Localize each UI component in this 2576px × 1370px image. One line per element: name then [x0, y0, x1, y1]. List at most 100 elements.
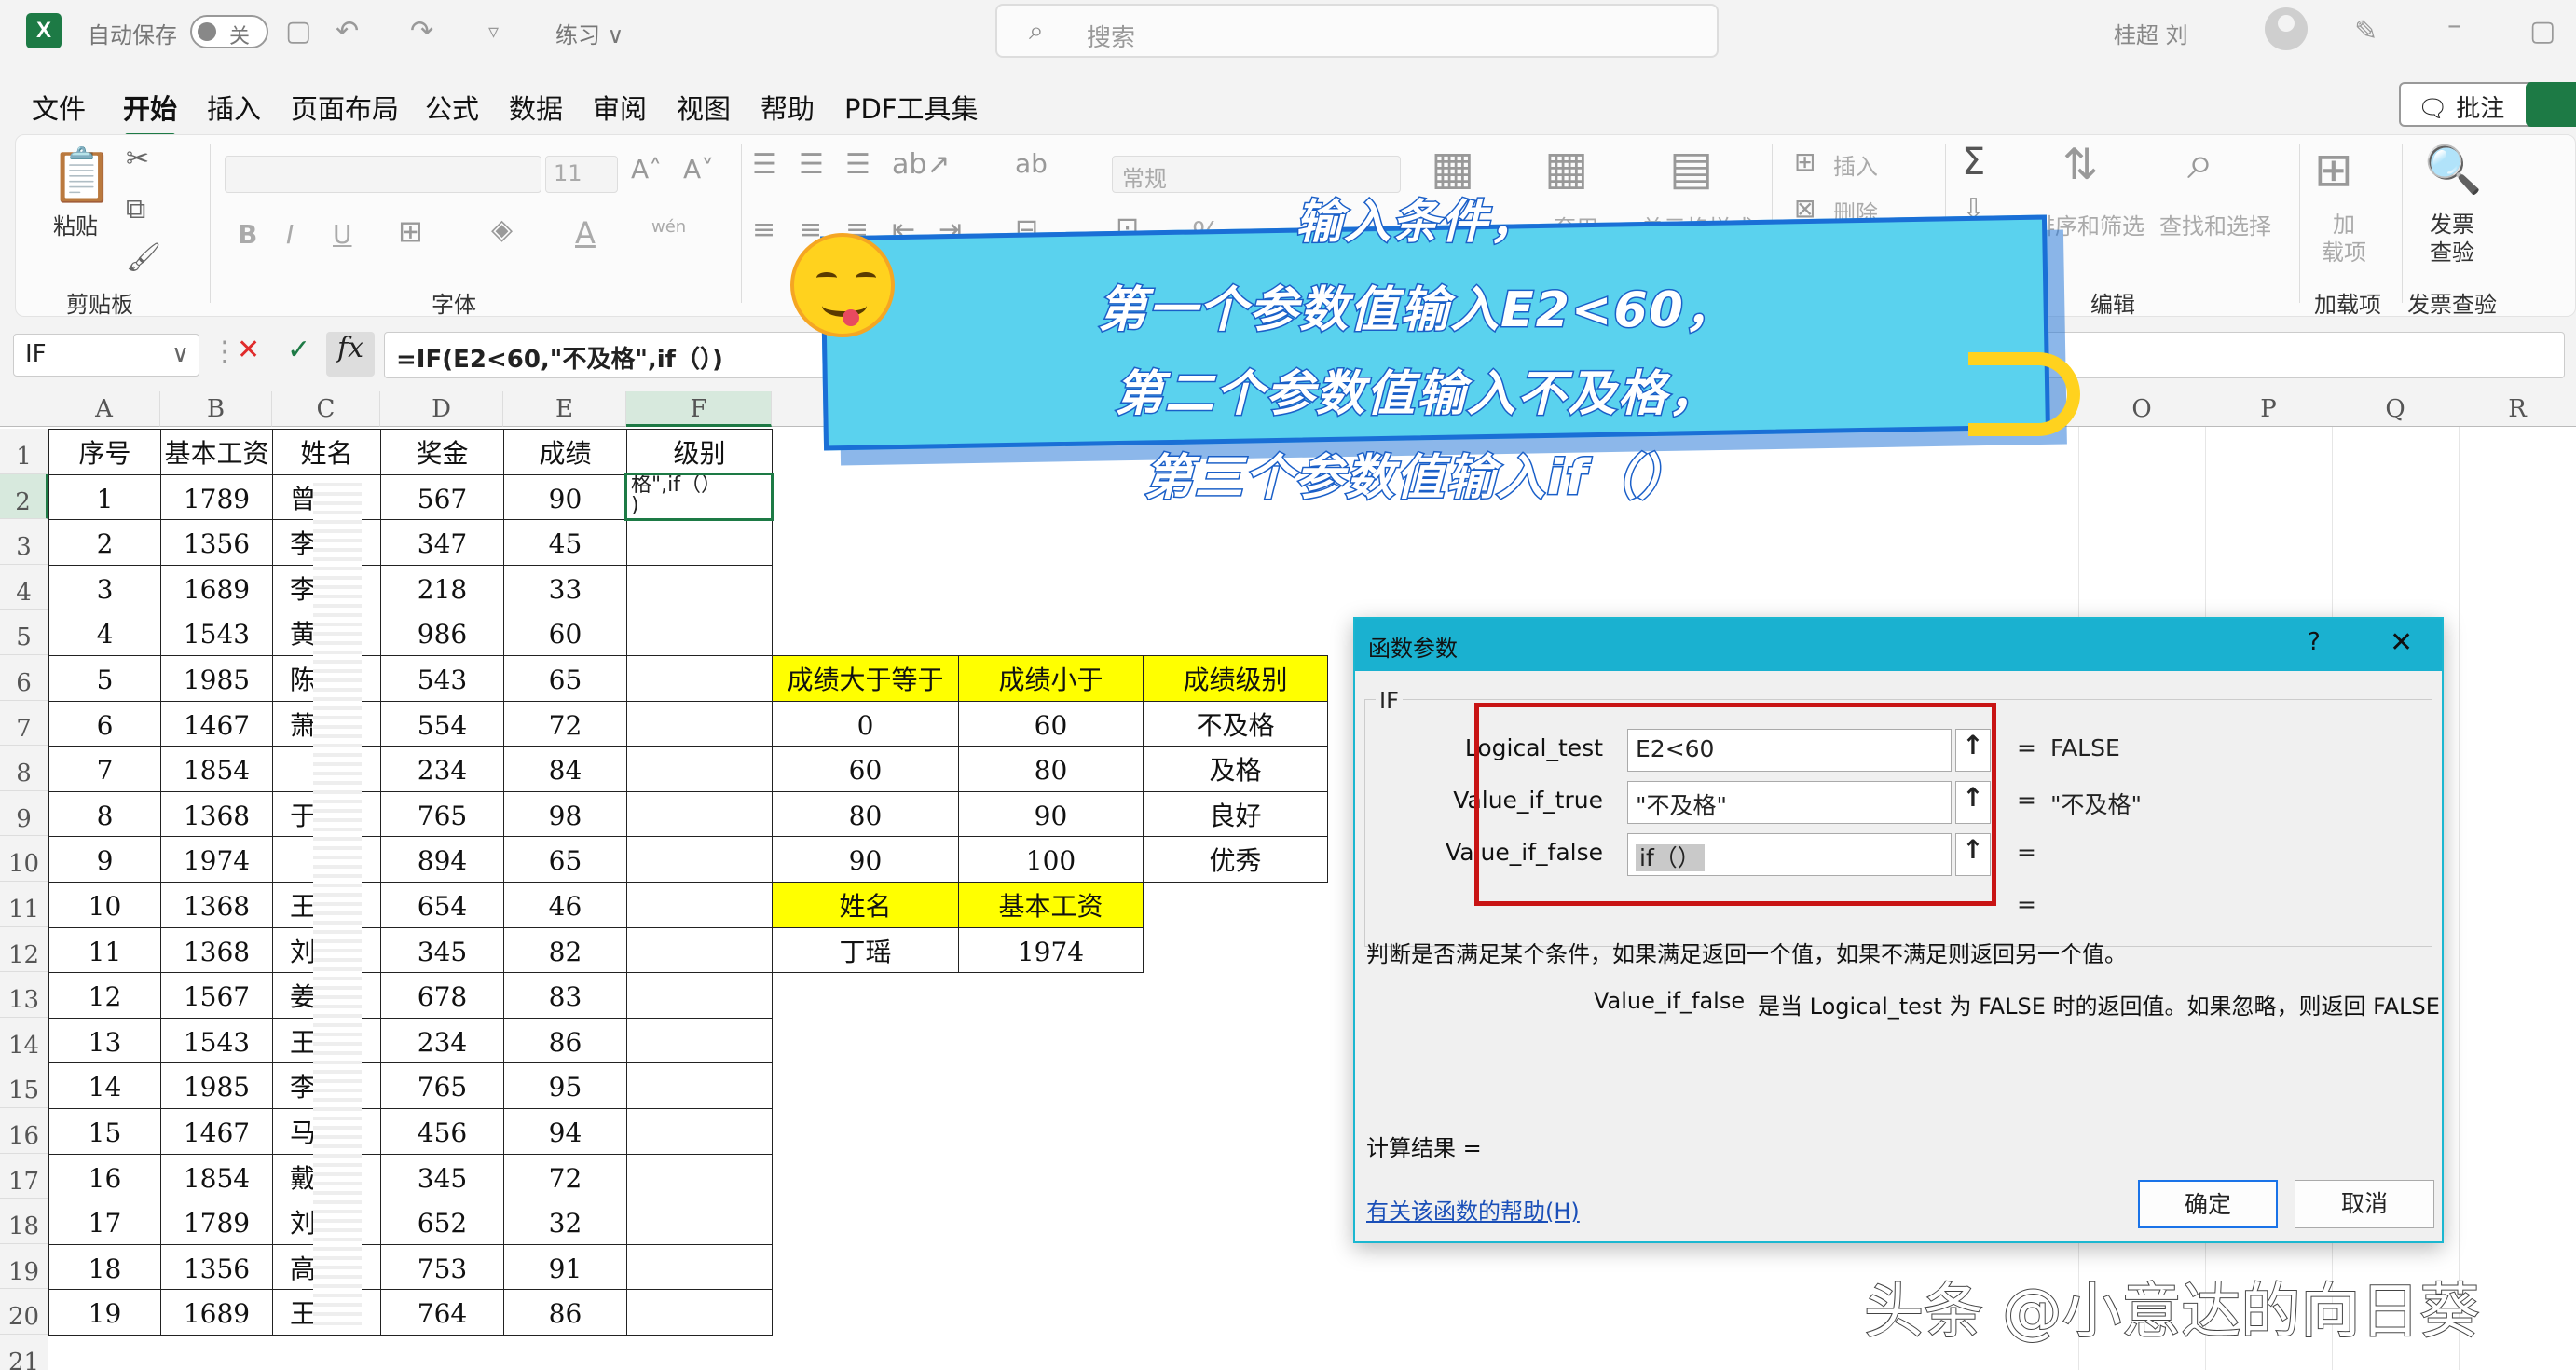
table-cell[interactable]: 1789	[160, 473, 273, 521]
grade-table-cell[interactable]: 90	[772, 836, 959, 883]
table-cell[interactable]: 1467	[160, 700, 273, 747]
table-cell[interactable]: 1543	[160, 1017, 273, 1064]
select-all-corner[interactable]	[0, 391, 48, 427]
lookup-table-cell[interactable]: 1974	[958, 926, 1144, 974]
font-size-select[interactable]: 11	[545, 156, 618, 193]
grade-table-cell[interactable]: 良好	[1143, 790, 1328, 838]
align-middle-icon[interactable]: ☰	[799, 148, 824, 181]
table-cell[interactable]: 86	[503, 1289, 627, 1336]
table-cell[interactable]: 1854	[160, 1153, 273, 1200]
insert-function-icon[interactable]: fx	[326, 332, 375, 377]
ok-button[interactable]: 确定	[2138, 1180, 2278, 1228]
copy-icon[interactable]: ⧉	[126, 193, 145, 226]
menu-insert[interactable]: 插入	[207, 88, 261, 127]
lookup-table-header[interactable]: 基本工资	[958, 882, 1144, 928]
grow-font-icon[interactable]: A˄	[631, 154, 662, 185]
grade-table-cell[interactable]: 60	[772, 746, 959, 792]
grade-table-cell[interactable]: 优秀	[1143, 836, 1328, 883]
table-cell[interactable]: 45	[503, 519, 627, 566]
grade-cell[interactable]	[626, 519, 773, 566]
table-cell[interactable]: 6	[48, 700, 161, 747]
row-header[interactable]: 3	[0, 519, 48, 565]
fill-color-icon[interactable]: ◈	[491, 213, 513, 246]
table-cell[interactable]: 94	[503, 1108, 627, 1155]
grade-table-cell[interactable]: 及格	[1143, 746, 1328, 792]
save-icon[interactable]: ▢	[285, 15, 311, 48]
grade-table-cell[interactable]: 90	[958, 790, 1144, 838]
grade-cell[interactable]	[626, 700, 773, 747]
menu-help[interactable]: 帮助	[760, 88, 815, 127]
menu-home[interactable]: 开始	[123, 88, 177, 138]
col-header-p[interactable]: P	[2205, 391, 2332, 427]
row-header[interactable]: 15	[0, 1062, 48, 1108]
table-cell[interactable]: 16	[48, 1153, 161, 1200]
table-cell[interactable]: 12	[48, 972, 161, 1019]
table-cell[interactable]: 1854	[160, 746, 273, 792]
menu-page-layout[interactable]: 页面布局	[291, 88, 399, 127]
col-header-d[interactable]: D	[380, 391, 503, 427]
table-cell[interactable]: 345	[380, 1153, 504, 1200]
table-cell[interactable]: 91	[503, 1243, 627, 1291]
table-cell[interactable]: 764	[380, 1289, 504, 1336]
row-header[interactable]: 8	[0, 746, 48, 791]
grade-cell[interactable]	[626, 655, 773, 702]
table-cell[interactable]: 3	[48, 564, 161, 611]
row-header[interactable]: 7	[0, 700, 48, 747]
grade-cell[interactable]	[626, 1199, 773, 1245]
row-header[interactable]: 16	[0, 1108, 48, 1154]
table-cell[interactable]: 1689	[160, 564, 273, 611]
grade-cell[interactable]	[626, 926, 773, 974]
grade-table-header[interactable]: 成绩大于等于	[772, 655, 959, 702]
grade-cell[interactable]	[626, 972, 773, 1019]
name-box[interactable]: IF ∨	[13, 334, 199, 377]
table-cell[interactable]: 86	[503, 1017, 627, 1064]
table-cell[interactable]: 1985	[160, 1062, 273, 1109]
table-header-cell[interactable]: 奖金	[380, 429, 504, 475]
function-help-link[interactable]: 有关该函数的帮助(H)	[1366, 1193, 1580, 1226]
font-name-select[interactable]	[225, 156, 541, 193]
table-cell[interactable]: 654	[380, 882, 504, 928]
cancel-icon[interactable]: ✕	[237, 334, 260, 366]
table-cell[interactable]: 11	[48, 926, 161, 974]
grade-table-header[interactable]: 成绩级别	[1143, 655, 1328, 702]
lookup-table-header[interactable]: 姓名	[772, 882, 959, 928]
grade-cell[interactable]	[626, 1108, 773, 1155]
close-icon[interactable]: ✕	[2390, 626, 2413, 659]
undo-icon[interactable]: ↶	[336, 15, 359, 48]
search-box[interactable]: ⌕ 搜索	[995, 4, 1719, 58]
table-cell[interactable]: 19	[48, 1289, 161, 1336]
table-cell[interactable]: 765	[380, 790, 504, 838]
table-cell[interactable]: 65	[503, 836, 627, 883]
table-header-cell[interactable]: 成绩	[503, 429, 627, 475]
shrink-font-icon[interactable]: A˅	[683, 154, 714, 185]
table-cell[interactable]: 567	[380, 473, 504, 521]
table-cell[interactable]: 1789	[160, 1199, 273, 1245]
menu-formulas[interactable]: 公式	[425, 88, 479, 127]
table-cell[interactable]: 13	[48, 1017, 161, 1064]
grade-table-cell[interactable]: 80	[772, 790, 959, 838]
align-top-icon[interactable]: ☰	[752, 148, 777, 181]
grade-cell[interactable]	[626, 836, 773, 883]
addins-icon[interactable]: ⊞	[2314, 143, 2353, 197]
row-header[interactable]: 5	[0, 610, 48, 655]
table-cell[interactable]: 83	[503, 972, 627, 1019]
enter-icon[interactable]: ✓	[287, 334, 310, 366]
find-select-icon[interactable]: ⌕	[2187, 135, 2213, 190]
row-header[interactable]: 14	[0, 1017, 48, 1063]
table-cell[interactable]: 1368	[160, 882, 273, 928]
row-header[interactable]: 9	[0, 790, 48, 837]
addins-label-2[interactable]: 载项	[2322, 234, 2366, 267]
row-header[interactable]: 4	[0, 564, 48, 610]
menu-data[interactable]: 数据	[509, 88, 563, 127]
maximize-icon[interactable]: ▢	[2529, 15, 2555, 48]
table-cell[interactable]: 1356	[160, 1243, 273, 1291]
find-select-label[interactable]: 查找和选择	[2159, 208, 2271, 240]
table-cell[interactable]: 72	[503, 1153, 627, 1200]
table-cell[interactable]: 72	[503, 700, 627, 747]
table-cell[interactable]: 2	[48, 519, 161, 566]
col-header-r[interactable]: R	[2459, 391, 2576, 427]
table-cell[interactable]: 17	[48, 1199, 161, 1245]
format-painter-icon[interactable]: 🖌	[126, 241, 161, 274]
italic-button[interactable]: I	[286, 219, 294, 250]
table-cell[interactable]: 15	[48, 1108, 161, 1155]
